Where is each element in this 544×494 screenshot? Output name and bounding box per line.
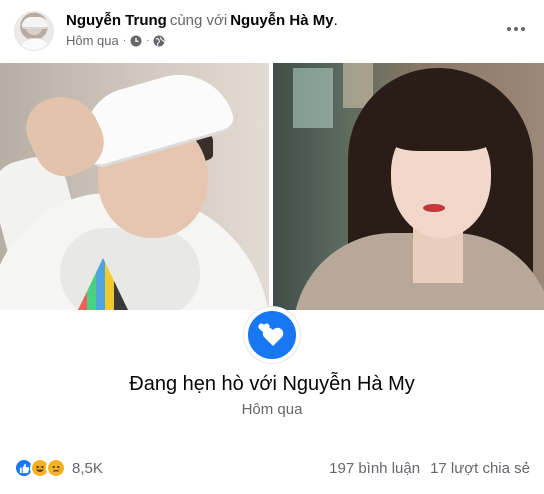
shares-count-link[interactable]: 17 lượt chia sẻ	[430, 460, 530, 477]
meta-separator-2: ·	[146, 35, 150, 46]
couple-photos[interactable]	[0, 63, 544, 310]
sad-icon	[46, 458, 66, 478]
post-time-link[interactable]: Hôm qua	[66, 33, 119, 49]
author-name-link[interactable]: Nguyễn Trung	[66, 12, 167, 29]
author-photo[interactable]	[0, 63, 269, 310]
post-author-line: Nguyễn Trung cùng với Nguyễn Hà My.	[66, 11, 338, 31]
with-text: cùng với	[169, 12, 228, 29]
reactions-summary[interactable]: 8,5K	[14, 458, 103, 478]
life-event-title[interactable]: Đang hẹn hò với Nguyễn Hà My	[0, 370, 544, 398]
globe-icon[interactable]	[153, 35, 165, 47]
life-event-date: Hôm qua	[241, 401, 303, 418]
engagement-counts: 197 bình luận 17 lượt chia sẻ	[329, 460, 530, 477]
comments-count-link[interactable]: 197 bình luận	[329, 460, 420, 477]
partner-photo[interactable]	[273, 63, 544, 310]
more-icon[interactable]	[504, 19, 528, 39]
meta-separator: ·	[122, 35, 127, 46]
reaction-icons	[14, 458, 66, 478]
post-stats: 8,5K 197 bình luận 17 lượt chia sẻ	[14, 456, 530, 480]
hearts-icon	[244, 307, 300, 363]
post-header: Nguyễn Trung cùng với Nguyễn Hà My. Hôm qu…	[14, 9, 530, 53]
clock-icon	[130, 35, 142, 47]
post-card: Nguyễn Trung cùng với Nguyễn Hà My. Hôm qu…	[0, 0, 544, 494]
tagged-partner-link[interactable]: Nguyễn Hà My	[230, 12, 333, 29]
author-avatar[interactable]	[14, 11, 54, 51]
author-line-period: .	[333, 12, 338, 29]
reaction-count[interactable]: 8,5K	[72, 460, 103, 477]
relationship-hearts-icon	[258, 323, 284, 346]
post-meta: Hôm qua · ·	[66, 33, 165, 49]
